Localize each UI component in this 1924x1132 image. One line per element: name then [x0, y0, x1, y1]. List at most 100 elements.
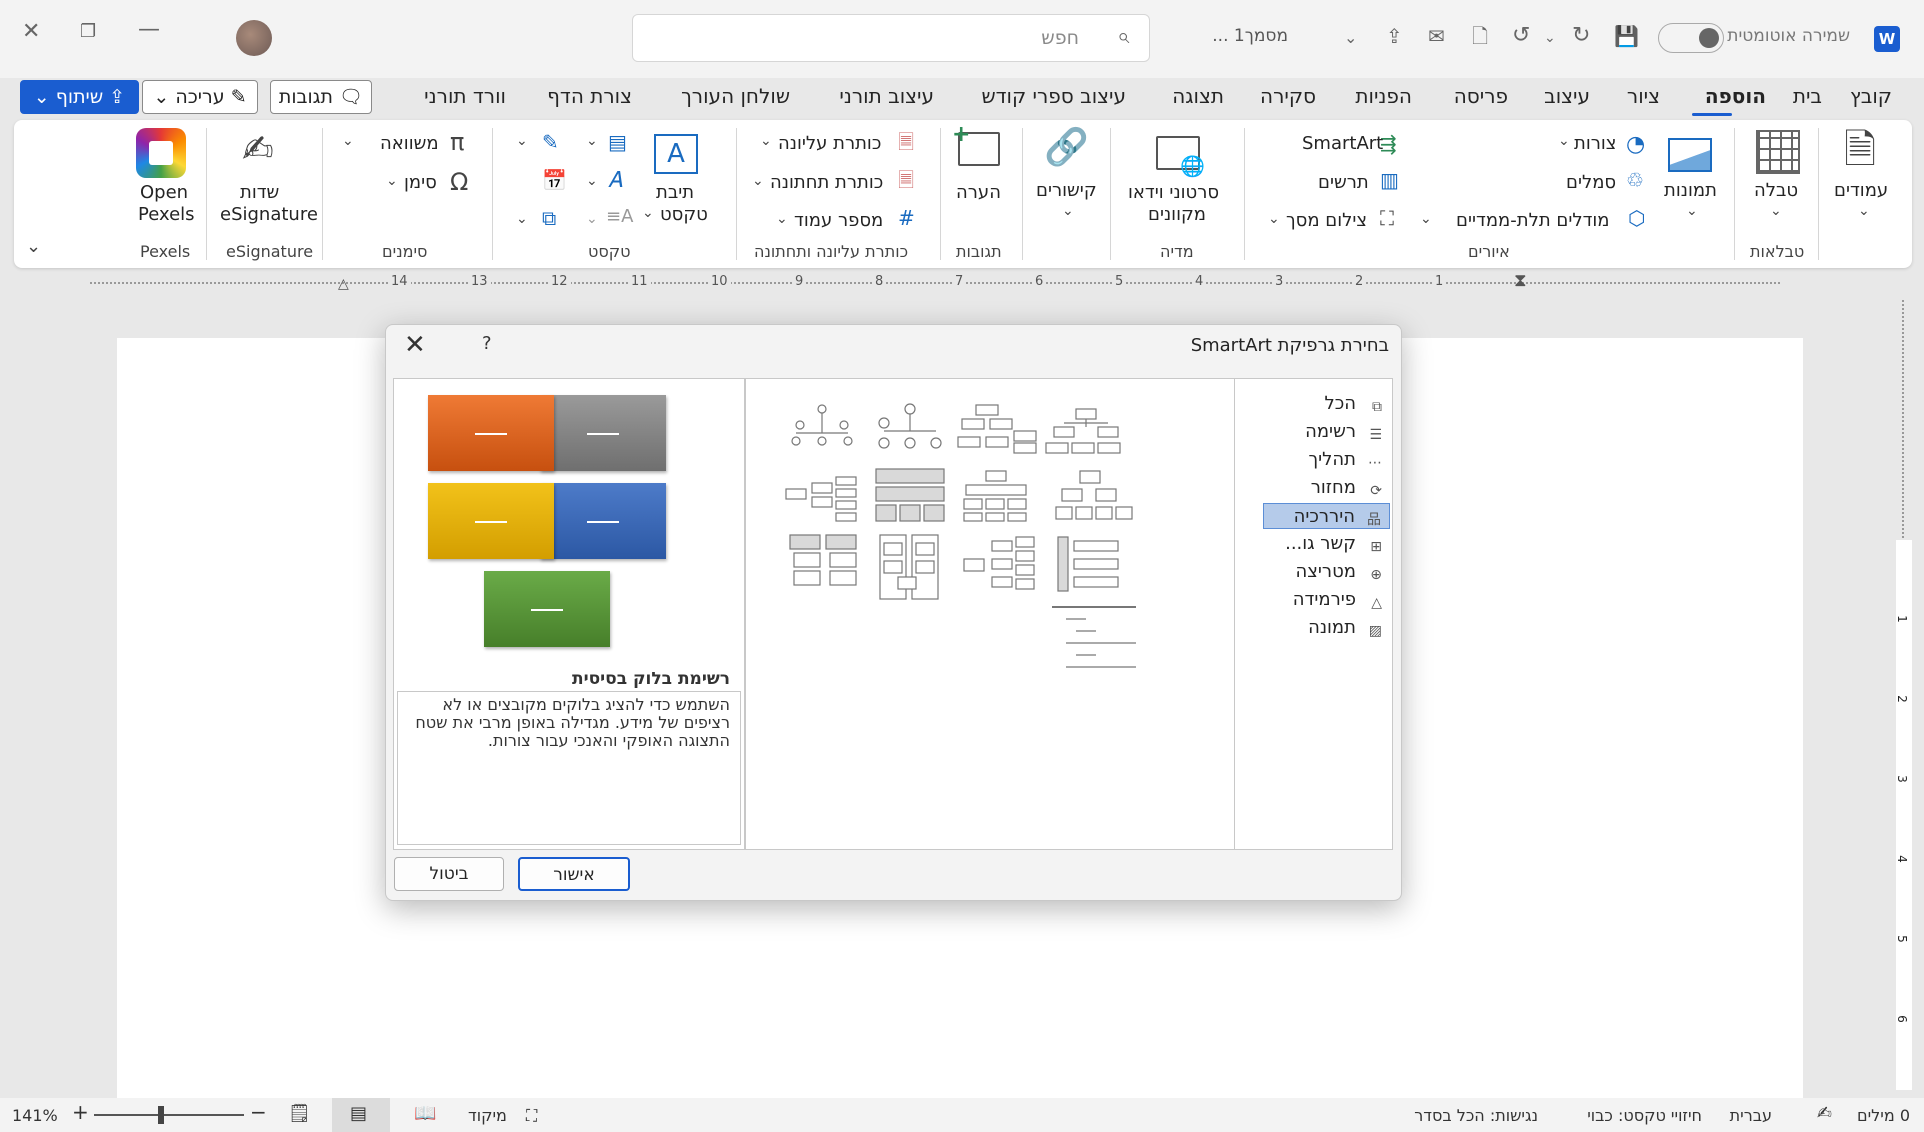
tab-torah-word[interactable]: וורד תורני	[424, 84, 506, 108]
zoom-in-icon[interactable]: +	[72, 1100, 89, 1124]
chevron-down-icon[interactable]: ⌄	[586, 174, 598, 188]
esignature-button-line1[interactable]: שדות	[240, 182, 279, 203]
redo-icon[interactable]: ↻	[1572, 22, 1590, 50]
smartart-button[interactable]: SmartArt	[1302, 133, 1383, 154]
chevron-down-icon[interactable]: ⌄	[760, 134, 772, 148]
zoom-out-icon[interactable]: −	[250, 1100, 267, 1124]
layout-thumbnail[interactable]	[878, 403, 942, 449]
chevron-down-icon[interactable]: ⌄	[752, 174, 764, 188]
save-icon[interactable]: 💾	[1614, 22, 1639, 50]
tab-page-shape[interactable]: צורת הדף	[547, 84, 632, 108]
left-indent-marker-icon[interactable]: △	[338, 276, 349, 292]
online-video-button-line1[interactable]: סרטוני וידאו	[1128, 182, 1219, 203]
category-hierarchy[interactable]: 品 היררכיה	[1263, 503, 1390, 529]
close-window-icon[interactable]: ✕	[22, 18, 40, 46]
table-button[interactable]: טבלה	[1754, 180, 1798, 201]
screenshot-button[interactable]: צילום מסך	[1286, 210, 1367, 231]
zoom-slider-thumb[interactable]	[158, 1106, 164, 1124]
date-time-icon[interactable]: 📅	[542, 170, 567, 190]
chevron-down-icon[interactable]: ⌄	[342, 134, 354, 148]
chevron-down-icon[interactable]: ⌄	[1558, 134, 1570, 148]
mail-icon[interactable]: ✉	[1428, 22, 1445, 50]
tab-torah-books-design[interactable]: עיצוב ספרי קודש	[981, 84, 1126, 108]
chevron-down-icon[interactable]: ⌄	[516, 212, 528, 226]
cancel-button[interactable]: ביטול	[394, 857, 504, 891]
chevron-down-icon[interactable]: ⌄	[1062, 204, 1074, 218]
indent-marker-icon[interactable]: ⧗	[1514, 270, 1527, 291]
print-layout-button[interactable]: ▤	[332, 1098, 390, 1132]
chart-button[interactable]: תרשים	[1318, 172, 1369, 193]
tab-references[interactable]: הפניות	[1355, 84, 1412, 108]
chevron-down-icon[interactable]: ⌄	[1344, 24, 1357, 52]
undo-icon[interactable]: ↺	[1512, 22, 1530, 50]
layout-thumbnail[interactable]	[879, 534, 939, 600]
category-list-item[interactable]: ☰ רשימה	[1263, 419, 1390, 445]
tab-file[interactable]: קובץ	[1850, 84, 1892, 108]
chevron-down-icon[interactable]: ⌄	[1858, 204, 1870, 218]
tab-review[interactable]: סקירה	[1260, 84, 1316, 108]
quick-parts-icon[interactable]: ▤	[608, 132, 627, 152]
category-cycle[interactable]: ⟳ מחזור	[1263, 475, 1390, 501]
online-video-button-line2[interactable]: מקוונים	[1148, 204, 1206, 225]
chevron-down-icon[interactable]: ⌄	[586, 212, 598, 226]
accessibility-status[interactable]: נגישות: הכל בסדר	[1414, 1106, 1538, 1125]
chevron-down-icon[interactable]: ⌄	[1770, 204, 1782, 218]
layout-thumbnail[interactable]	[789, 534, 857, 586]
collapse-ribbon-icon[interactable]: ⌄	[26, 238, 41, 256]
open-pexels-button-line2[interactable]: Pexels	[138, 204, 195, 225]
links-button[interactable]: קישורים	[1036, 180, 1097, 201]
3d-models-button[interactable]: מודלים תלת-ממדיים	[1456, 210, 1610, 231]
avatar[interactable]	[236, 20, 272, 56]
shapes-button[interactable]: צורות	[1574, 133, 1616, 154]
tab-insert[interactable]: הוספה	[1705, 84, 1766, 108]
wordart-icon[interactable]: 𝐴	[608, 170, 623, 192]
share-upload-icon[interactable]: ⇪	[1386, 22, 1403, 50]
comments-button[interactable]: 🗨 תגובות	[270, 80, 372, 114]
autosave-toggle[interactable]	[1658, 23, 1724, 53]
comment-button[interactable]: הערה	[956, 182, 1001, 203]
read-mode-icon[interactable]: 📖	[414, 1103, 436, 1124]
esignature-button-line2[interactable]: eSignature	[220, 204, 318, 225]
focus-mode-button[interactable]: ⛶	[526, 1106, 537, 1126]
chevron-down-icon[interactable]: ⌄	[1686, 204, 1698, 218]
close-icon[interactable]: ✕	[404, 331, 426, 359]
web-layout-icon[interactable]: 🗒	[288, 1103, 311, 1124]
symbol-button[interactable]: סימן	[404, 172, 437, 193]
signature-line-icon[interactable]: ✎	[542, 132, 559, 152]
language-status[interactable]: עברית	[1730, 1106, 1772, 1125]
equation-button[interactable]: משוואה	[380, 133, 439, 154]
object-icon[interactable]: ⧉	[542, 208, 556, 228]
layout-thumbnail[interactable]	[963, 536, 1035, 590]
tab-view[interactable]: תצוגה	[1172, 84, 1224, 108]
layout-thumbnail[interactable]	[1045, 408, 1121, 454]
pictures-button[interactable]: תמונות	[1664, 180, 1717, 201]
focus-mode-label[interactable]: מיקוד	[468, 1106, 507, 1125]
chevron-down-icon[interactable]: ⌄	[386, 174, 398, 188]
category-all[interactable]: ⧉ הכל	[1263, 391, 1390, 417]
search-box[interactable]: ⌕ חפש	[632, 14, 1150, 62]
category-relationship[interactable]: ⊞ קשר גו...	[1263, 531, 1390, 557]
chevron-down-icon[interactable]: ⌄	[516, 134, 528, 148]
tab-design[interactable]: עיצוב	[1544, 84, 1590, 108]
tab-torah-design[interactable]: עיצוב תורני	[839, 84, 934, 108]
tab-home[interactable]: בית	[1793, 84, 1822, 108]
tab-editor-table[interactable]: שולחן העורך	[681, 84, 790, 108]
text-box-button-line2[interactable]: טקסט	[660, 204, 708, 225]
minimize-window-icon[interactable]: —	[138, 16, 160, 44]
chevron-down-icon[interactable]: ⌄	[776, 212, 788, 226]
pages-button[interactable]: עמודים	[1834, 180, 1888, 201]
tab-draw[interactable]: ציור	[1627, 84, 1660, 108]
chevron-down-icon[interactable]: ⌄	[1268, 212, 1280, 226]
tab-layout[interactable]: פריסה	[1454, 84, 1508, 108]
word-count[interactable]: 0 מילים	[1857, 1106, 1910, 1125]
layout-thumbnail[interactable]	[1055, 470, 1133, 520]
footer-button[interactable]: כותרת תחתונה	[770, 172, 883, 193]
category-pyramid[interactable]: △ פירמידה	[1263, 587, 1390, 613]
category-picture[interactable]: ▨ תמונה	[1263, 615, 1390, 641]
open-pexels-button-line1[interactable]: Open	[140, 182, 188, 203]
header-button[interactable]: כותרת עליונה	[778, 133, 881, 154]
icons-button[interactable]: סמלים	[1566, 172, 1616, 193]
chevron-down-icon[interactable]: ⌄	[586, 134, 598, 148]
drop-cap-icon[interactable]: ≡A	[606, 208, 633, 226]
document-icon[interactable]: 🗋	[1472, 22, 1488, 50]
